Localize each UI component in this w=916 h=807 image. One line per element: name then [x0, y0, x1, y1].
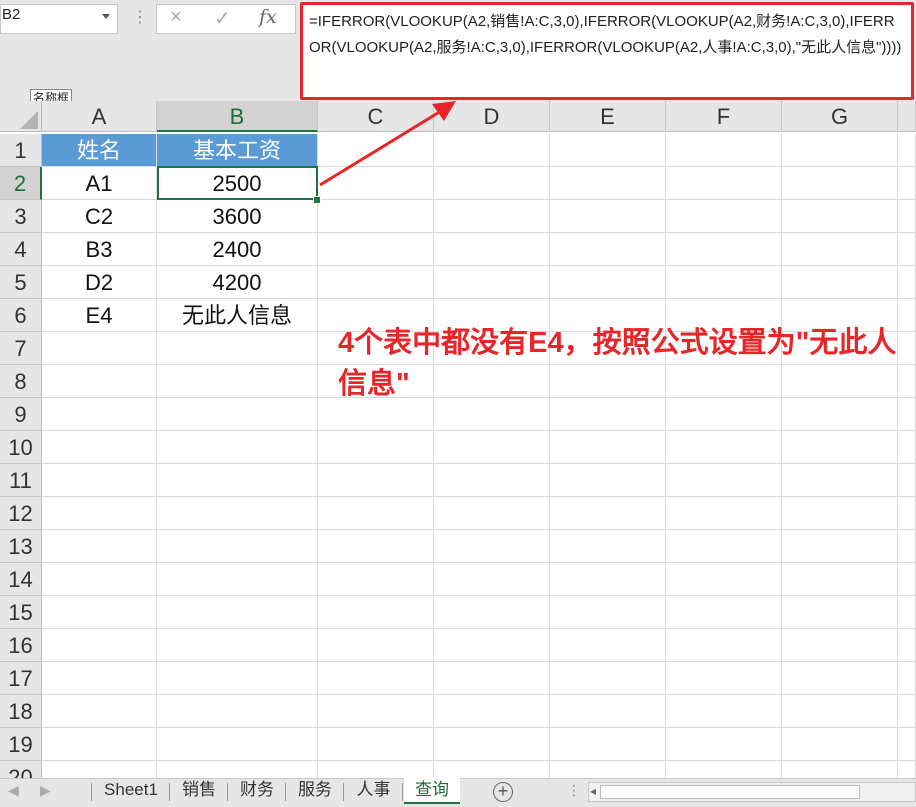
scroll-tabs-left-icon[interactable]: ◀ [8, 782, 19, 799]
tab-separator [169, 783, 170, 801]
tab-separator [227, 783, 228, 801]
tab-separator [285, 783, 286, 801]
tab-separator [402, 783, 403, 801]
sheet-tab-4[interactable]: 人事 [345, 778, 402, 802]
sheet-tab-3[interactable]: 服务 [287, 778, 343, 802]
sheet-tab-5[interactable]: 查询 [404, 778, 460, 804]
annotation-text: 4个表中都没有E4，按照公式设置为"无此人信息" [338, 327, 897, 400]
tab-separator [91, 783, 92, 801]
add-sheet-icon[interactable]: + [493, 782, 513, 802]
sheet-tab-2[interactable]: 财务 [229, 778, 285, 802]
arrow-head [432, 101, 456, 121]
scroll-left-icon[interactable]: ◂ [590, 784, 596, 798]
scrollbar-thumb[interactable] [600, 785, 860, 799]
more-dots-icon: ⋮ [567, 782, 581, 798]
arrow-line [319, 106, 447, 187]
sheet-tab-0[interactable]: Sheet1 [93, 778, 169, 802]
tab-separator [343, 783, 344, 801]
sheet-tab-1[interactable]: 销售 [171, 778, 227, 802]
scroll-tabs-right-icon[interactable]: ▶ [40, 782, 51, 799]
